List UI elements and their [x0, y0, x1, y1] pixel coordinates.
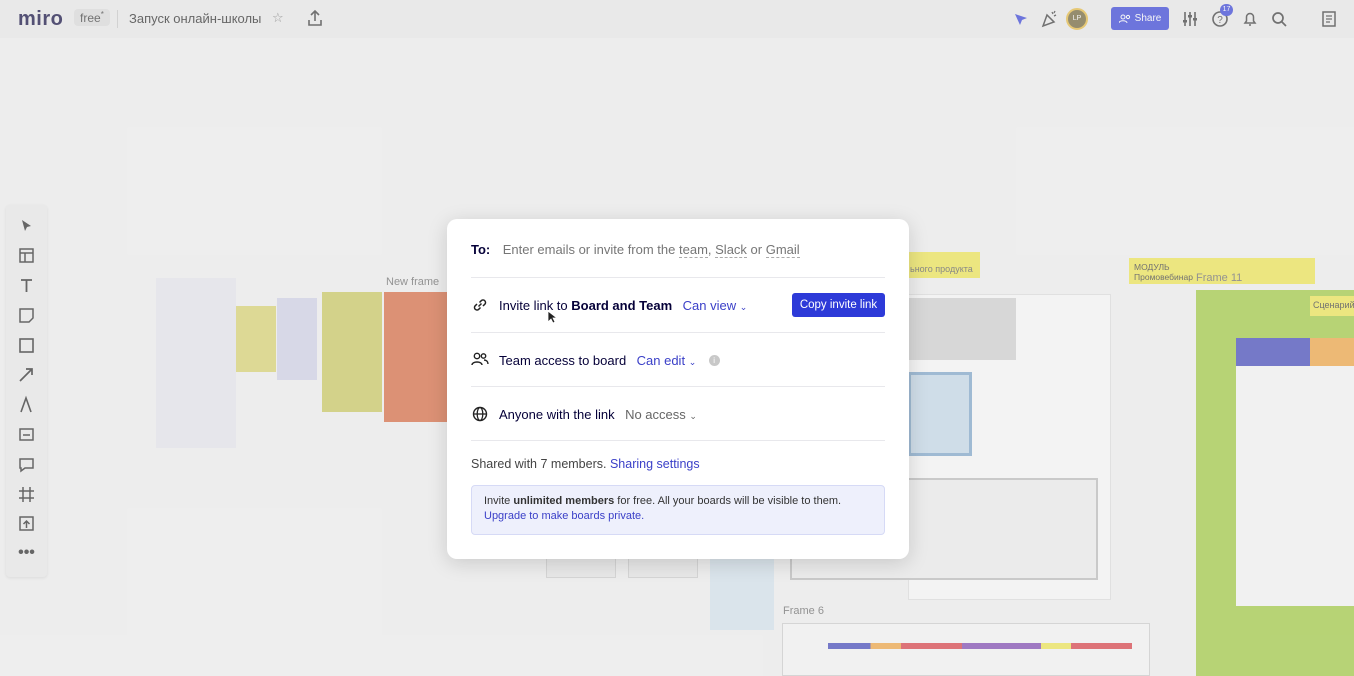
chevron-down-icon: ⌄	[688, 357, 697, 367]
public-access-row: Anyone with the link No access ⌄	[499, 406, 885, 424]
invite-permission-value: Can view	[682, 298, 737, 313]
team-access-label: Team access to board	[499, 353, 627, 368]
public-access-value: No access	[625, 407, 686, 422]
shared-members-row: Shared with 7 members. Sharing settings	[471, 457, 885, 471]
public-access-dropdown[interactable]: No access ⌄	[625, 407, 697, 422]
public-access-label: Anyone with the link	[499, 407, 615, 422]
divider	[471, 440, 885, 441]
invite-input[interactable]: Enter emails or invite from the team, Sl…	[502, 242, 800, 258]
team-access-value: Can edit	[636, 353, 686, 368]
shared-members-text: Shared with 7 members.	[471, 457, 607, 471]
upgrade-text: for free. All your boards will be visibl…	[614, 495, 842, 507]
separator-text: or	[746, 242, 766, 257]
invite-hint: Enter emails or invite from the	[502, 242, 679, 257]
team-access-row: Team access to board Can edit ⌄ i	[499, 352, 885, 370]
upgrade-link[interactable]: Upgrade to make boards private.	[484, 510, 644, 522]
slack-link[interactable]: Slack	[715, 242, 747, 258]
mouse-cursor-icon	[547, 310, 557, 324]
invite-link-target: Board and Team	[571, 298, 673, 313]
divider	[471, 277, 885, 278]
copy-invite-link-button[interactable]: Copy invite link	[792, 293, 885, 317]
to-label: To:	[471, 242, 491, 257]
share-dialog: To: Enter emails or invite from the team…	[447, 219, 909, 559]
team-icon	[471, 352, 489, 366]
upgrade-bold-text: unlimited members	[513, 495, 615, 507]
invite-link-label: Invite link to	[499, 298, 572, 313]
invite-permission-dropdown[interactable]: Can view ⌄	[683, 298, 748, 313]
invite-to-row[interactable]: To: Enter emails or invite from the team…	[471, 241, 885, 259]
globe-icon	[472, 406, 488, 422]
link-icon	[473, 299, 487, 311]
info-icon[interactable]: i	[708, 355, 720, 367]
upgrade-text: Invite	[484, 495, 514, 507]
upgrade-banner: Invite unlimited members for free. All y…	[471, 485, 885, 535]
sharing-settings-link[interactable]: Sharing settings	[610, 457, 700, 471]
team-link[interactable]: team	[679, 242, 708, 258]
team-access-dropdown[interactable]: Can edit ⌄	[637, 353, 697, 368]
gmail-link[interactable]: Gmail	[765, 242, 800, 258]
chevron-down-icon: ⌄	[739, 302, 748, 312]
divider	[471, 386, 885, 387]
divider	[471, 332, 885, 333]
chevron-down-icon: ⌄	[689, 411, 697, 421]
